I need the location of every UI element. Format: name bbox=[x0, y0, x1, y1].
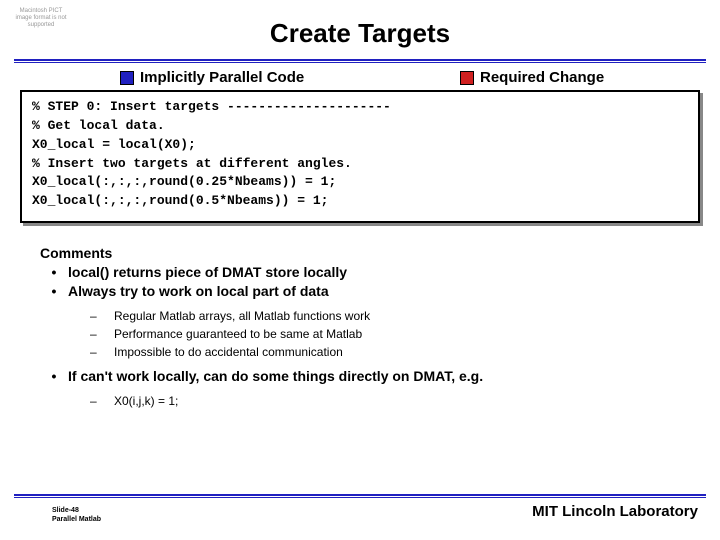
code-line: X0_local(:,:,:,round(0.5*Nbeams)) = 1; bbox=[32, 192, 688, 211]
sub-bullet-item: – Regular Matlab arrays, all Matlab func… bbox=[90, 307, 680, 325]
sub-bullet-text: Regular Matlab arrays, all Matlab functi… bbox=[114, 307, 680, 325]
bullet-item: • local() returns piece of DMAT store lo… bbox=[40, 263, 680, 282]
bullet-text: If can't work locally, can do some thing… bbox=[68, 367, 680, 386]
bullet-text: Always try to work on local part of data bbox=[68, 282, 680, 301]
dash-icon: – bbox=[90, 325, 114, 343]
code-line: X0_local = local(X0); bbox=[32, 136, 688, 155]
swatch-blue-icon bbox=[120, 71, 134, 85]
comments-section: Comments • local() returns piece of DMAT… bbox=[40, 245, 680, 410]
dash-icon: – bbox=[90, 343, 114, 361]
sub-bullet-text: Performance guaranteed to be same at Mat… bbox=[114, 325, 680, 343]
code-line: % STEP 0: Insert targets ---------------… bbox=[32, 98, 688, 117]
legend-implicit: Implicitly Parallel Code bbox=[120, 69, 460, 86]
slide-number: Slide-48 bbox=[52, 507, 101, 515]
slide-title: Create Targets bbox=[0, 0, 720, 49]
bullet-item: • Always try to work on local part of da… bbox=[40, 282, 680, 301]
swatch-red-icon bbox=[460, 71, 474, 85]
bullet-icon: • bbox=[40, 263, 68, 282]
sub-bullet-text: Impossible to do accidental communicatio… bbox=[114, 343, 680, 361]
sub-bullet-item: – X0(i,j,k) = 1; bbox=[90, 392, 680, 410]
bullet-icon: • bbox=[40, 367, 68, 386]
code-block: % STEP 0: Insert targets ---------------… bbox=[20, 90, 700, 223]
footer-divider bbox=[14, 494, 706, 498]
code-line: X0_local(:,:,:,round(0.25*Nbeams)) = 1; bbox=[32, 173, 688, 192]
slide-subtitle: Parallel Matlab bbox=[52, 516, 101, 524]
dash-icon: – bbox=[90, 392, 114, 410]
footer-left: Slide-48 Parallel Matlab bbox=[52, 507, 101, 524]
legend-required-label: Required Change bbox=[480, 69, 604, 86]
bullet-item: • If can't work locally, can do some thi… bbox=[40, 367, 680, 386]
dash-icon: – bbox=[90, 307, 114, 325]
footer-lab: MIT Lincoln Laboratory bbox=[532, 503, 698, 520]
code-line: % Get local data. bbox=[32, 117, 688, 136]
sub-bullet-item: – Performance guaranteed to be same at M… bbox=[90, 325, 680, 343]
bullet-icon: • bbox=[40, 282, 68, 301]
sub-bullet-item: – Impossible to do accidental communicat… bbox=[90, 343, 680, 361]
bullet-text: local() returns piece of DMAT store loca… bbox=[68, 263, 680, 282]
sub-bullet-text: X0(i,j,k) = 1; bbox=[114, 392, 680, 410]
legend: Implicitly Parallel Code Required Change bbox=[120, 69, 660, 86]
legend-required: Required Change bbox=[460, 69, 660, 86]
code-line: % Insert two targets at different angles… bbox=[32, 155, 688, 174]
pict-placeholder: Macintosh PICT image format is not suppo… bbox=[14, 8, 68, 30]
comments-heading: Comments bbox=[40, 245, 680, 261]
title-divider bbox=[14, 59, 706, 63]
legend-implicit-label: Implicitly Parallel Code bbox=[140, 69, 304, 86]
